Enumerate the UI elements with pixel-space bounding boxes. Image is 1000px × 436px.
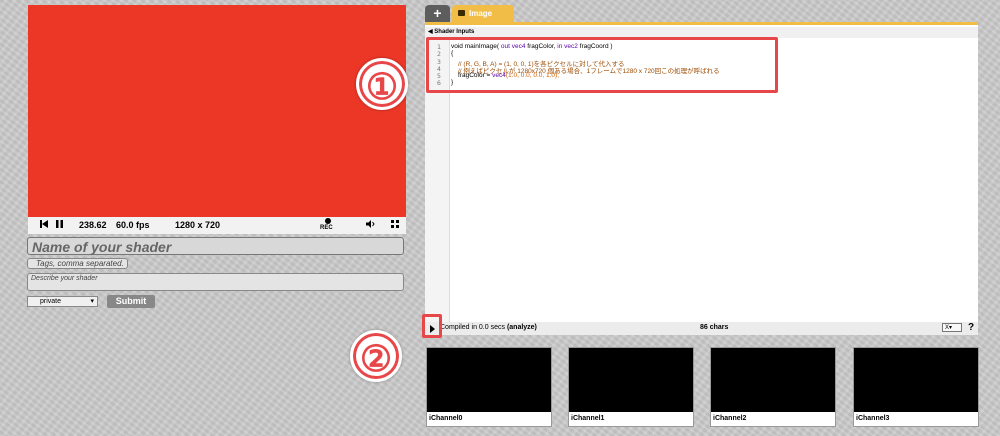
compile-status: Compiled in 0.0 secs (analyze) — [440, 324, 537, 331]
shader-description-input[interactable]: Describe your shader — [27, 273, 404, 291]
channel-label: iChannel1 — [571, 415, 605, 422]
char-count: 86 chars — [700, 324, 729, 331]
privacy-select[interactable]: private ▾ — [27, 296, 98, 307]
ichannel-3[interactable]: iChannel3 — [853, 347, 979, 427]
channel-preview[interactable] — [569, 348, 693, 412]
annotation-badge-1: ① — [356, 58, 408, 110]
compile-status-text: Compiled in 0.0 secs — [440, 324, 505, 331]
shader-name-input[interactable]: Name of your shader — [27, 237, 404, 255]
ichannel-2[interactable]: iChannel2 — [710, 347, 836, 427]
shader-tags-input[interactable]: Tags, comma separated. — [27, 258, 128, 269]
rewind-icon[interactable] — [40, 220, 48, 230]
record-label: REC — [320, 225, 333, 231]
time-readout: 238.62 — [79, 220, 107, 230]
privacy-select-value: private — [40, 298, 62, 305]
resolution-readout: 1280 x 720 — [175, 220, 221, 230]
channel-preview[interactable] — [711, 348, 835, 412]
channel-label: iChannel2 — [713, 415, 747, 422]
shader-preview-canvas[interactable] — [28, 5, 406, 217]
ichannel-0[interactable]: iChannel0 — [426, 347, 552, 427]
record-icon[interactable] — [325, 218, 331, 224]
analyze-link[interactable]: (analyze) — [507, 324, 537, 331]
compile-status-bar: Compiled in 0.0 secs (analyze) 86 chars … — [425, 322, 978, 335]
channel-preview[interactable] — [427, 348, 551, 412]
volume-icon[interactable] — [366, 220, 376, 230]
submit-button[interactable]: Submit — [107, 295, 155, 308]
ichannel-1[interactable]: iChannel1 — [568, 347, 694, 427]
help-icon[interactable]: ? — [968, 322, 974, 333]
annotation-box-2 — [422, 314, 442, 338]
playback-controls: 238.62 60.0 fps 1280 x 720 REC — [28, 217, 406, 234]
editor-options-select[interactable]: X▾ — [942, 323, 962, 332]
chevron-down-icon: ▾ — [90, 298, 94, 305]
annotation-badge-2: ② — [350, 330, 402, 382]
monitor-icon — [458, 10, 465, 16]
add-tab-button[interactable]: + — [425, 5, 450, 22]
pause-icon[interactable] — [56, 220, 63, 230]
fullscreen-icon[interactable] — [391, 220, 399, 230]
channel-preview[interactable] — [854, 348, 978, 412]
channel-label: iChannel0 — [429, 415, 463, 422]
annotation-box-1 — [426, 37, 778, 93]
tab-image-label: Image — [469, 9, 493, 18]
tab-image[interactable]: Image — [452, 5, 514, 22]
channel-label: iChannel3 — [856, 415, 890, 422]
fps-readout: 60.0 fps — [116, 220, 150, 230]
